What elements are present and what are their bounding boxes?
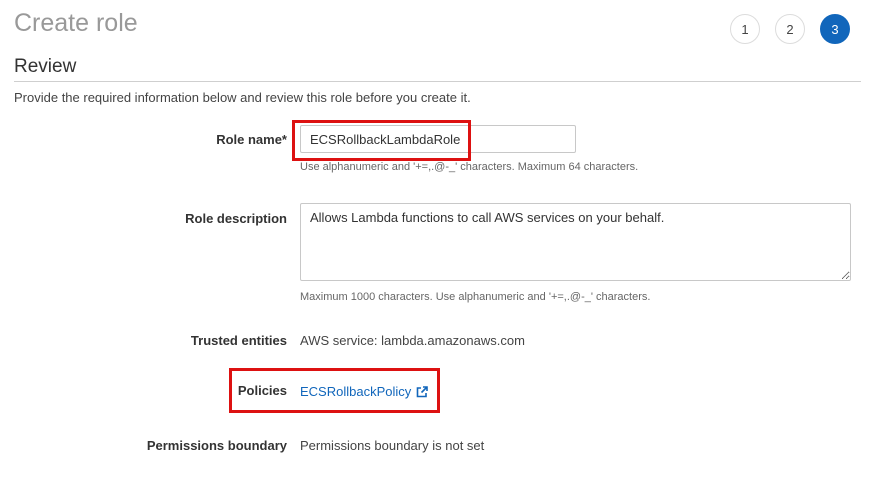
page-title: Create role bbox=[14, 9, 138, 37]
policies-label: Policies bbox=[237, 383, 287, 398]
policy-link[interactable]: ECSRollbackPolicy bbox=[300, 384, 429, 399]
step-3-button[interactable]: 3 bbox=[820, 14, 850, 44]
intro-text: Provide the required information below a… bbox=[14, 90, 471, 105]
section-title: Review bbox=[14, 56, 77, 77]
role-name-input[interactable] bbox=[300, 125, 576, 153]
role-description-hint: Maximum 1000 characters. Use alphanumeri… bbox=[300, 291, 651, 303]
trusted-entities-label: Trusted entities bbox=[190, 333, 287, 348]
permissions-boundary-label: Permissions boundary bbox=[146, 438, 287, 453]
role-description-label: Role description bbox=[185, 211, 287, 226]
wizard-steps: 1 2 3 bbox=[730, 14, 850, 44]
step-1-button[interactable]: 1 bbox=[730, 14, 760, 44]
role-name-label: Role name* bbox=[216, 132, 287, 147]
policy-link-text: ECSRollbackPolicy bbox=[300, 384, 412, 399]
step-2-button[interactable]: 2 bbox=[775, 14, 805, 44]
section-divider bbox=[14, 81, 861, 82]
role-name-hint: Use alphanumeric and '+=,.@-_' character… bbox=[300, 161, 639, 173]
trusted-entities-value: AWS service: lambda.amazonaws.com bbox=[300, 333, 525, 348]
external-link-icon bbox=[415, 385, 429, 399]
permissions-boundary-value: Permissions boundary is not set bbox=[300, 438, 485, 453]
role-description-textarea[interactable]: Allows Lambda functions to call AWS serv… bbox=[300, 203, 851, 281]
